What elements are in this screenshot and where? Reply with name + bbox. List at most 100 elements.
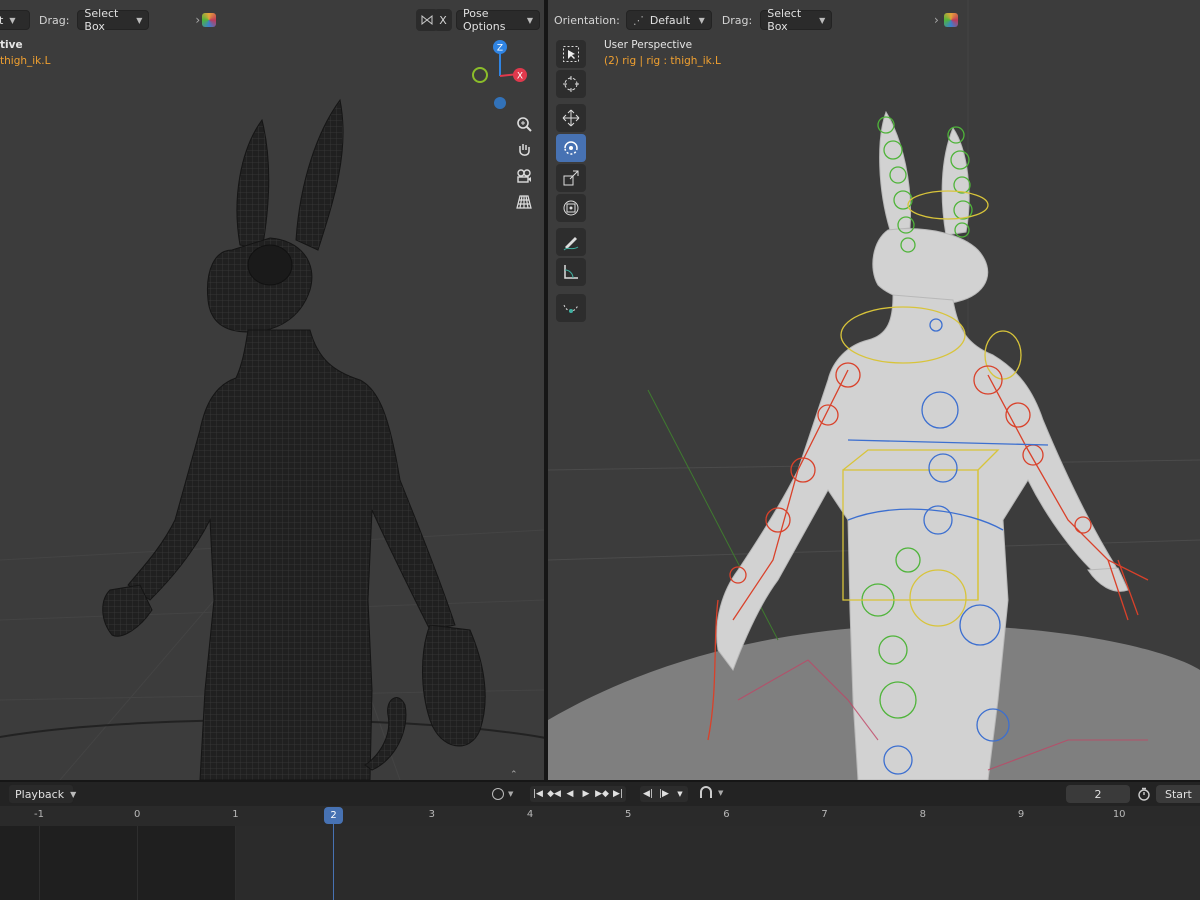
playhead-handle[interactable]: 2: [324, 807, 343, 824]
jump-end-icon[interactable]: ▶|: [610, 786, 626, 802]
mode-dropdown[interactable]: t ▼: [0, 10, 30, 30]
drag-value: Select Box: [84, 7, 119, 33]
orientation-icon: ⋰: [632, 13, 644, 27]
current-frame-value: 2: [1094, 787, 1102, 801]
view-name: tive: [0, 39, 23, 51]
chevron-down-icon: ▼: [526, 15, 533, 25]
chevron-up-icon[interactable]: ⌃: [510, 770, 518, 780]
active-object-text: thigh_ik.L: [0, 55, 51, 67]
navigation-gizmo[interactable]: Z X: [465, 36, 537, 112]
transform-icon[interactable]: [556, 194, 586, 222]
start-label: Start: [1165, 787, 1192, 801]
drag-label: Drag:: [721, 13, 753, 27]
prev-keyframe-icon[interactable]: ◆◀: [546, 786, 562, 802]
prev-marker-icon[interactable]: ◀|: [640, 786, 656, 802]
frame-tick: 9: [1017, 809, 1025, 820]
playback-label: Playback: [15, 787, 65, 801]
select-box-icon[interactable]: [556, 40, 586, 68]
chevron-down-icon[interactable]: ▼: [672, 786, 688, 802]
annotate-icon[interactable]: [556, 228, 586, 256]
camera-icon[interactable]: [511, 163, 537, 189]
playhead-frame: 2: [330, 810, 337, 821]
pose-options-label: Pose Options: [463, 7, 506, 33]
orientation-dropdown[interactable]: ⋰ Default ▼: [625, 10, 712, 30]
right-viewport[interactable]: Orientation: ⋰ Default ▼ Drag: Select Box…: [548, 0, 1200, 780]
gizmo-x-label: X: [517, 72, 523, 82]
record-icon: [492, 788, 504, 800]
pose-options-dropdown[interactable]: Pose Options ▼: [456, 7, 540, 33]
frame-tick: 6: [723, 809, 730, 820]
left-viewport[interactable]: t ▼ Drag: Select Box ▼ › X Pose Options ▼ t…: [0, 0, 544, 780]
left-viewport-header: t ▼ Drag: Select Box ▼ › X Pose Options ▼: [0, 7, 544, 33]
chevron-down-icon: ▼: [9, 15, 16, 25]
grid-icon[interactable]: [511, 189, 537, 215]
measure-glyph: [564, 265, 578, 279]
chevron-down-icon: ▼: [136, 15, 143, 25]
left-viewport-scene: [0, 98, 544, 780]
drag-dropdown[interactable]: Select Box ▼: [760, 7, 833, 33]
play-icon[interactable]: ▶: [578, 786, 594, 802]
playback-dropdown[interactable]: Playback ▼: [8, 784, 77, 804]
drag-dropdown[interactable]: Select Box ▼: [77, 7, 150, 33]
marker-controls: ◀| |▶ ▼: [640, 786, 688, 802]
zoom-glyph: [517, 117, 532, 132]
measure-icon[interactable]: [556, 258, 586, 286]
frame-range-region: [236, 826, 1200, 900]
start-frame-field[interactable]: Start: [1156, 785, 1200, 803]
chevron-right-icon[interactable]: ›: [934, 13, 939, 27]
eye-shape: [247, 244, 293, 286]
x-mirror-label: X: [439, 13, 447, 27]
butterfly-icon: [421, 14, 433, 26]
mode-label: t: [0, 13, 4, 27]
move-icon[interactable]: [556, 104, 586, 132]
transform-glyph: [563, 200, 579, 216]
gizmo-color-icon[interactable]: [944, 13, 958, 27]
wireframe-rabbit-mesh: [102, 98, 486, 780]
chevron-right-icon[interactable]: ›: [195, 13, 200, 27]
frame-tick: -1: [34, 809, 44, 820]
chevron-down-icon: ▼: [718, 789, 724, 797]
chevron-down-icon: ▼: [819, 15, 826, 25]
annotate-glyph: [563, 237, 579, 251]
gizmo-color-icon[interactable]: [202, 13, 217, 27]
playback-controls: |◀ ◆◀ ◀ ▶ ▶◆ ▶|: [530, 786, 626, 802]
jump-start-icon[interactable]: |◀: [530, 786, 546, 802]
gizmo-neg-z-axis[interactable]: [494, 97, 506, 109]
chevron-down-icon: ▼: [70, 789, 77, 799]
drag-label: Drag:: [39, 13, 70, 27]
frame-tick: 4: [526, 809, 534, 820]
drag-value: Select Box: [767, 7, 802, 33]
rotate-icon[interactable]: [556, 134, 586, 162]
keying-toggle[interactable]: ▼: [492, 785, 522, 803]
orientation-value: Default: [649, 13, 691, 27]
frame-gridline: [137, 826, 139, 900]
relax-icon[interactable]: [556, 294, 586, 322]
cursor-glyph: [563, 76, 579, 92]
frame-gridline: [39, 826, 40, 900]
timeline-header: Playback ▼ ▼ |◀ ◆◀ ◀ ▶ ▶◆ ▶| ◀| |▶ ▼ ▼ 2: [0, 782, 1200, 806]
orientation-label: Orientation:: [554, 13, 620, 27]
frame-tick: 0: [134, 809, 141, 820]
zoom-icon[interactable]: [511, 111, 537, 137]
frame-tick: 5: [625, 809, 632, 820]
stopwatch-glyph: [1138, 787, 1150, 801]
select-box-glyph: [563, 46, 579, 62]
magnet-icon: [700, 786, 712, 798]
scale-glyph: [563, 170, 579, 186]
frame-ruler[interactable]: -1 0 1 2 3 4 5 6 7 8 9 10: [0, 806, 1200, 826]
frame-tick: 10: [1112, 809, 1126, 820]
play-reverse-icon[interactable]: ◀: [562, 786, 578, 802]
scale-icon[interactable]: [556, 164, 586, 192]
next-marker-icon[interactable]: |▶: [656, 786, 672, 802]
current-frame-field[interactable]: 2: [1066, 785, 1130, 803]
hand-pan-icon[interactable]: [511, 137, 537, 163]
right-viewport-header: Orientation: ⋰ Default ▼ Drag: Select Box…: [548, 7, 1200, 33]
cursor-icon[interactable]: [556, 70, 586, 98]
chevron-down-icon: ▼: [698, 15, 705, 25]
x-mirror-button[interactable]: X: [434, 9, 452, 31]
timeline-editor: Playback ▼ ▼ |◀ ◆◀ ◀ ▶ ▶◆ ▶| ◀| |▶ ▼ ▼ 2: [0, 782, 1200, 900]
stopwatch-icon[interactable]: [1134, 785, 1154, 803]
gizmo-y-axis[interactable]: [472, 67, 488, 83]
next-keyframe-icon[interactable]: ▶◆: [594, 786, 610, 802]
auto-keying-toggle[interactable]: ▼: [698, 786, 723, 800]
